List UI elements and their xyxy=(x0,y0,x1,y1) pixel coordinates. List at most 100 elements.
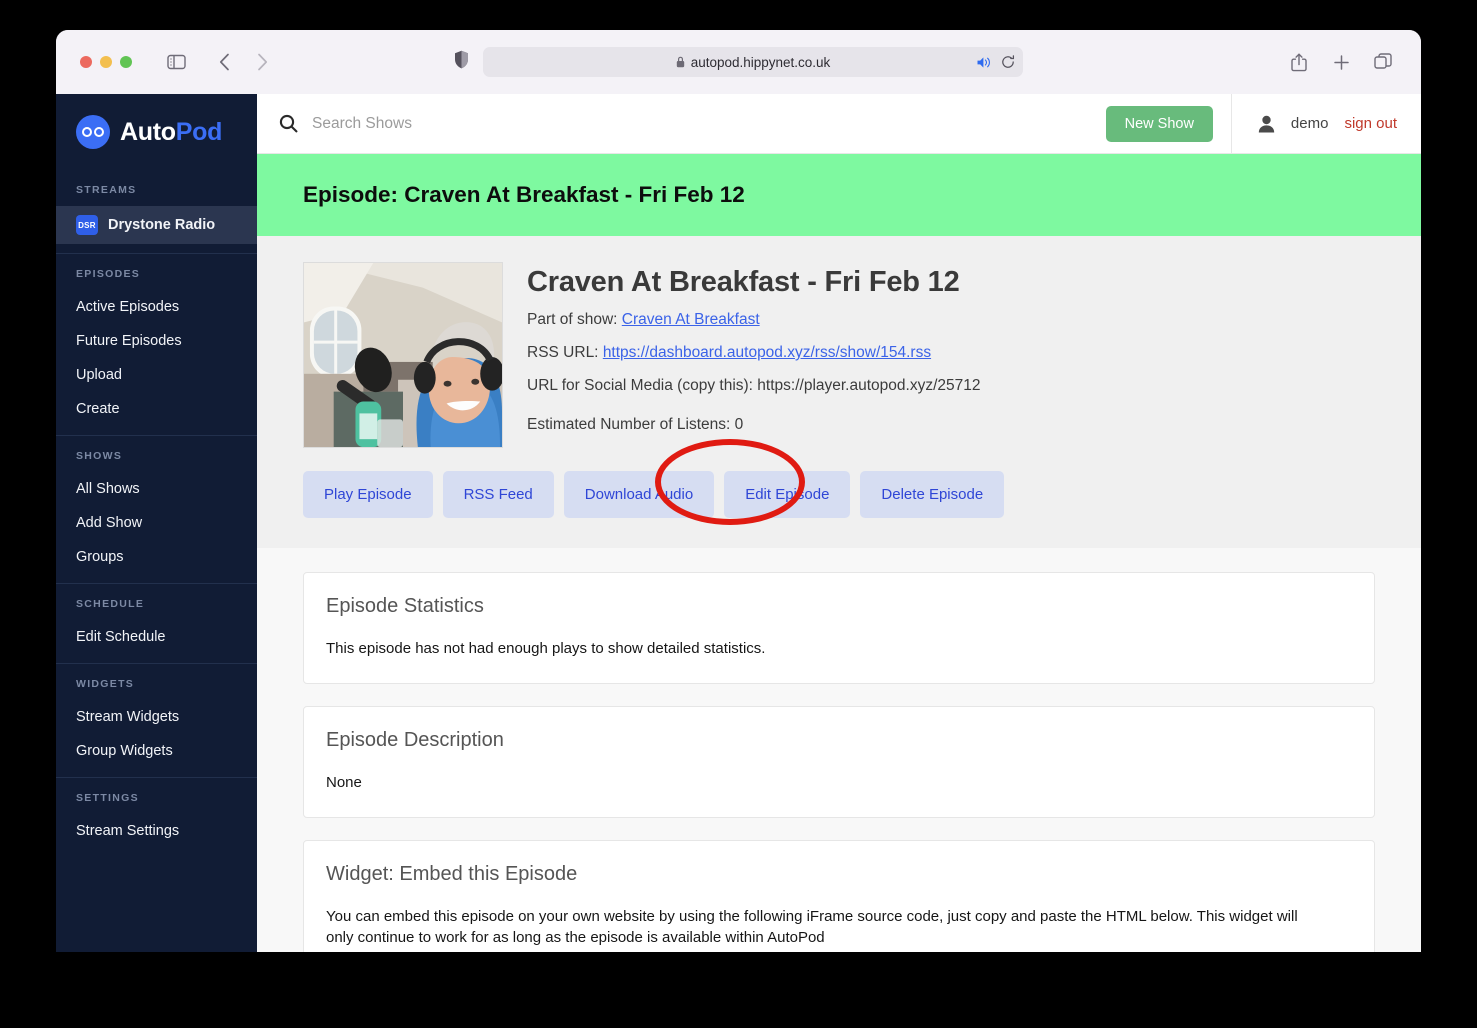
part-of-show-label: Part of show: xyxy=(527,311,618,328)
episode-artwork-image xyxy=(304,263,502,447)
browser-toolbar-right xyxy=(1285,48,1403,76)
sidebar-item-drystone-radio[interactable]: DSR Drystone Radio xyxy=(56,206,257,244)
sidebar-section-settings: SETTINGS xyxy=(76,792,139,804)
address-bar-url: autopod.hippynet.co.uk xyxy=(690,54,831,70)
sidebar-item-future-episodes[interactable]: Future Episodes xyxy=(56,324,257,358)
social-label: URL for Social Media (copy this): xyxy=(527,377,753,394)
speaker-icon[interactable] xyxy=(977,56,992,69)
sidebar-item-label: Stream Settings xyxy=(76,823,180,839)
sidebar-item-add-show[interactable]: Add Show xyxy=(56,506,257,540)
logo-pod: Pod xyxy=(175,117,223,146)
browser-titlebar: autopod.hippynet.co.uk xyxy=(56,30,1421,94)
sidebar: AutoPod STREAMS DSR Drystone Radio EPISO… xyxy=(56,94,257,952)
episode-info: Craven At Breakfast - Fri Feb 12 Part of… xyxy=(527,262,980,449)
sidebar-item-group-widgets[interactable]: Group Widgets xyxy=(56,734,257,768)
sidebar-item-label: Upload xyxy=(76,367,122,383)
rss-feed-button[interactable]: RSS Feed xyxy=(442,471,554,518)
tab-overview-icon[interactable] xyxy=(1369,48,1397,76)
sidebar-item-label: All Shows xyxy=(76,481,140,497)
sidebar-item-upload[interactable]: Upload xyxy=(56,358,257,392)
page-banner: Episode: Craven At Breakfast - Fri Feb 1… xyxy=(257,154,1421,236)
new-show-button[interactable]: New Show xyxy=(1105,105,1213,142)
episode-artwork[interactable] xyxy=(303,262,503,448)
sidebar-section-widgets: WIDGETS xyxy=(76,678,135,690)
episode-part-of-show: Part of show: Craven At Breakfast xyxy=(527,311,980,329)
rss-url-link[interactable]: https://dashboard.autopod.xyz/rss/show/1… xyxy=(603,344,931,361)
social-url: https://player.autopod.xyz/25712 xyxy=(757,377,981,394)
episode-rss-row: RSS URL: https://dashboard.autopod.xyz/r… xyxy=(527,344,980,362)
back-arrow-icon[interactable] xyxy=(210,48,238,76)
share-icon[interactable] xyxy=(1285,48,1313,76)
forward-arrow-icon[interactable] xyxy=(248,48,276,76)
logo-auto: Auto xyxy=(120,117,176,146)
sidebar-item-label: Group Widgets xyxy=(76,743,173,759)
episode-social-row: URL for Social Media (copy this): https:… xyxy=(527,377,980,395)
edit-episode-button[interactable]: Edit Episode xyxy=(724,471,851,518)
user-area: demo sign out xyxy=(1230,94,1421,153)
card-text: None xyxy=(326,774,362,791)
window-controls[interactable] xyxy=(80,56,132,68)
main-column: New Show demo sign out Episode: Craven A… xyxy=(257,94,1421,952)
episode-statistics-card: Episode Statistics This episode has not … xyxy=(303,572,1375,684)
sidebar-item-label: Edit Schedule xyxy=(76,629,166,645)
sidebar-item-label: Create xyxy=(76,401,120,417)
sidebar-section-streams: STREAMS xyxy=(76,184,137,196)
download-audio-button[interactable]: Download Audio xyxy=(563,471,715,518)
card-title: Episode Description xyxy=(326,729,504,751)
search-area xyxy=(257,94,1106,153)
episode-header: Craven At Breakfast - Fri Feb 12 Part of… xyxy=(257,236,1421,548)
sidebar-item-label: Add Show xyxy=(76,515,143,531)
user-name: demo xyxy=(1290,115,1329,132)
sidebar-toggle-icon[interactable] xyxy=(162,48,190,76)
browser-window: autopod.hippynet.co.uk AutoPod STREAMS D… xyxy=(56,30,1421,952)
sidebar-item-all-shows[interactable]: All Shows xyxy=(56,472,257,506)
sidebar-section-episodes: EPISODES xyxy=(76,268,141,280)
autopod-glasses-icon xyxy=(76,115,110,149)
sidebar-section-shows: SHOWS xyxy=(76,450,123,462)
close-window-button[interactable] xyxy=(80,56,92,68)
card-text: You can embed this episode on your own w… xyxy=(326,908,1298,946)
sidebar-item-label: Future Episodes xyxy=(76,333,182,349)
episode-listens: Estimated Number of Listens: 0 xyxy=(527,416,744,433)
sidebar-item-stream-widgets[interactable]: Stream Widgets xyxy=(56,700,257,734)
rss-label: RSS URL: xyxy=(527,344,599,361)
sidebar-item-stream-settings[interactable]: Stream Settings xyxy=(56,814,257,848)
sidebar-section-schedule: SCHEDULE xyxy=(76,598,145,610)
sidebar-item-create[interactable]: Create xyxy=(56,392,257,426)
card-text: This episode has not had enough plays to… xyxy=(326,640,766,657)
navigation-arrows[interactable] xyxy=(210,48,276,76)
sidebar-item-groups[interactable]: Groups xyxy=(56,540,257,574)
sidebar-item-active-episodes[interactable]: Active Episodes xyxy=(56,290,257,324)
card-title: Widget: Embed this Episode xyxy=(326,863,578,885)
episode-title: Craven At Breakfast - Fri Feb 12 xyxy=(527,266,960,298)
search-icon[interactable] xyxy=(279,114,298,133)
maximize-window-button[interactable] xyxy=(120,56,132,68)
show-link[interactable]: Craven At Breakfast xyxy=(622,311,760,328)
episode-actions: Play Episode RSS Feed Download Audio Edi… xyxy=(303,439,1375,525)
minimize-window-button[interactable] xyxy=(100,56,112,68)
reload-icon[interactable] xyxy=(1001,55,1015,69)
autopod-logo[interactable]: AutoPod xyxy=(56,94,257,170)
search-input[interactable] xyxy=(312,114,732,133)
address-bar[interactable]: autopod.hippynet.co.uk xyxy=(483,47,1023,77)
play-episode-button[interactable]: Play Episode xyxy=(303,471,433,518)
sidebar-item-label: Stream Widgets xyxy=(76,709,180,725)
sidebar-item-edit-schedule[interactable]: Edit Schedule xyxy=(56,620,257,654)
person-icon xyxy=(1258,115,1275,133)
sidebar-item-label: Groups xyxy=(76,549,124,565)
stream-badge-icon: DSR xyxy=(76,215,98,235)
plus-icon[interactable] xyxy=(1327,48,1355,76)
app-root: AutoPod STREAMS DSR Drystone Radio EPISO… xyxy=(56,94,1421,952)
sidebar-item-label: Active Episodes xyxy=(76,299,180,315)
app-topbar: New Show demo sign out xyxy=(257,94,1421,154)
sidebar-item-label: Drystone Radio xyxy=(108,217,216,233)
page-title: Episode: Craven At Breakfast - Fri Feb 1… xyxy=(303,182,745,207)
content-area: Episode Statistics This episode has not … xyxy=(257,548,1421,952)
delete-episode-button[interactable]: Delete Episode xyxy=(860,471,1005,518)
episode-description-card: Episode Description None xyxy=(303,706,1375,818)
shield-icon[interactable] xyxy=(454,50,469,74)
sign-out-link[interactable]: sign out xyxy=(1344,115,1397,132)
embed-widget-card: Widget: Embed this Episode You can embed… xyxy=(303,840,1375,952)
card-title: Episode Statistics xyxy=(326,595,484,617)
lock-icon xyxy=(676,56,685,68)
